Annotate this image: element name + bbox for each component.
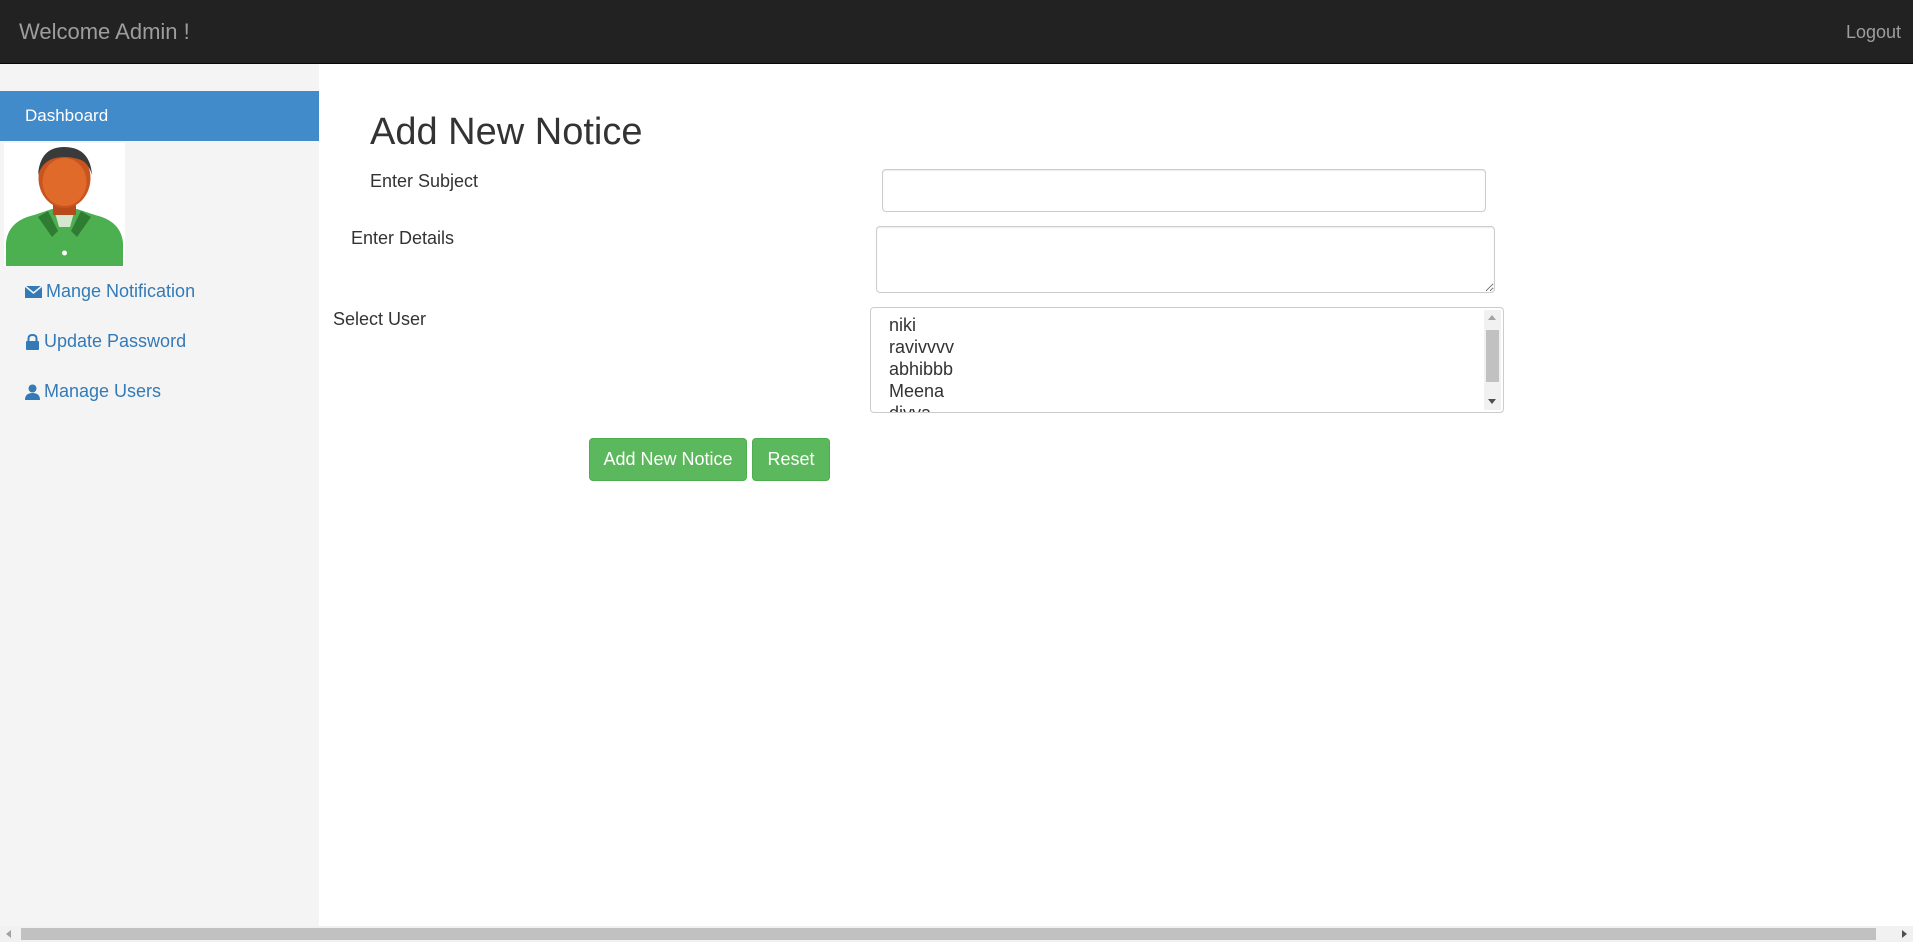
select-user-label: Select User — [333, 309, 427, 329]
sidebar-item-manage-users[interactable]: Manage Users — [25, 381, 161, 402]
user-avatar-image — [6, 147, 123, 266]
user-options: niki ravivvvv abhibbb Meena divya — [889, 314, 954, 412]
sidebar: Dashboard Mange Notification Update Pass… — [0, 64, 319, 926]
page-title: Add New Notice — [370, 111, 643, 153]
scroll-left-icon[interactable] — [6, 930, 11, 938]
user-option[interactable]: Meena — [889, 380, 954, 402]
sidebar-item-dashboard[interactable]: Dashboard — [0, 91, 319, 141]
user-option[interactable]: divya — [889, 402, 954, 412]
welcome-brand: Welcome Admin ! — [19, 19, 190, 44]
lock-icon — [25, 333, 40, 350]
reset-button[interactable]: Reset — [752, 438, 830, 481]
logout-link[interactable]: Logout — [1846, 22, 1901, 43]
sidebar-item-mange-notification[interactable]: Mange Notification — [25, 281, 195, 302]
sidebar-item-update-password[interactable]: Update Password — [25, 331, 186, 352]
details-label: Enter Details — [351, 228, 455, 248]
top-navbar: Welcome Admin ! Logout — [0, 0, 1913, 64]
user-option[interactable]: ravivvvv — [889, 336, 954, 358]
sidebar-item-label: Mange Notification — [46, 281, 196, 301]
user-icon — [25, 384, 40, 400]
sidebar-item-label: Manage Users — [44, 381, 162, 401]
envelope-icon — [25, 284, 42, 299]
subject-input[interactable] — [882, 169, 1486, 212]
user-option[interactable]: niki — [889, 314, 954, 336]
user-list-scrollbar[interactable] — [1484, 310, 1501, 410]
add-new-notice-button[interactable]: Add New Notice — [589, 438, 747, 481]
user-option[interactable]: abhibbb — [889, 358, 954, 380]
scroll-right-icon[interactable] — [1902, 930, 1907, 938]
user-select-list[interactable]: niki ravivvvv abhibbb Meena divya — [870, 307, 1504, 413]
scroll-down-icon[interactable] — [1488, 399, 1496, 404]
scrollbar-thumb[interactable] — [1486, 330, 1499, 382]
scrollbar-thumb[interactable] — [21, 928, 1876, 940]
sidebar-item-label: Update Password — [44, 331, 187, 351]
scroll-up-icon[interactable] — [1488, 315, 1496, 320]
subject-label: Enter Subject — [370, 171, 479, 191]
details-textarea[interactable] — [876, 226, 1495, 293]
horizontal-scrollbar[interactable] — [0, 926, 1913, 942]
avatar — [4, 143, 125, 266]
sidebar-item-label: Dashboard — [25, 106, 109, 125]
